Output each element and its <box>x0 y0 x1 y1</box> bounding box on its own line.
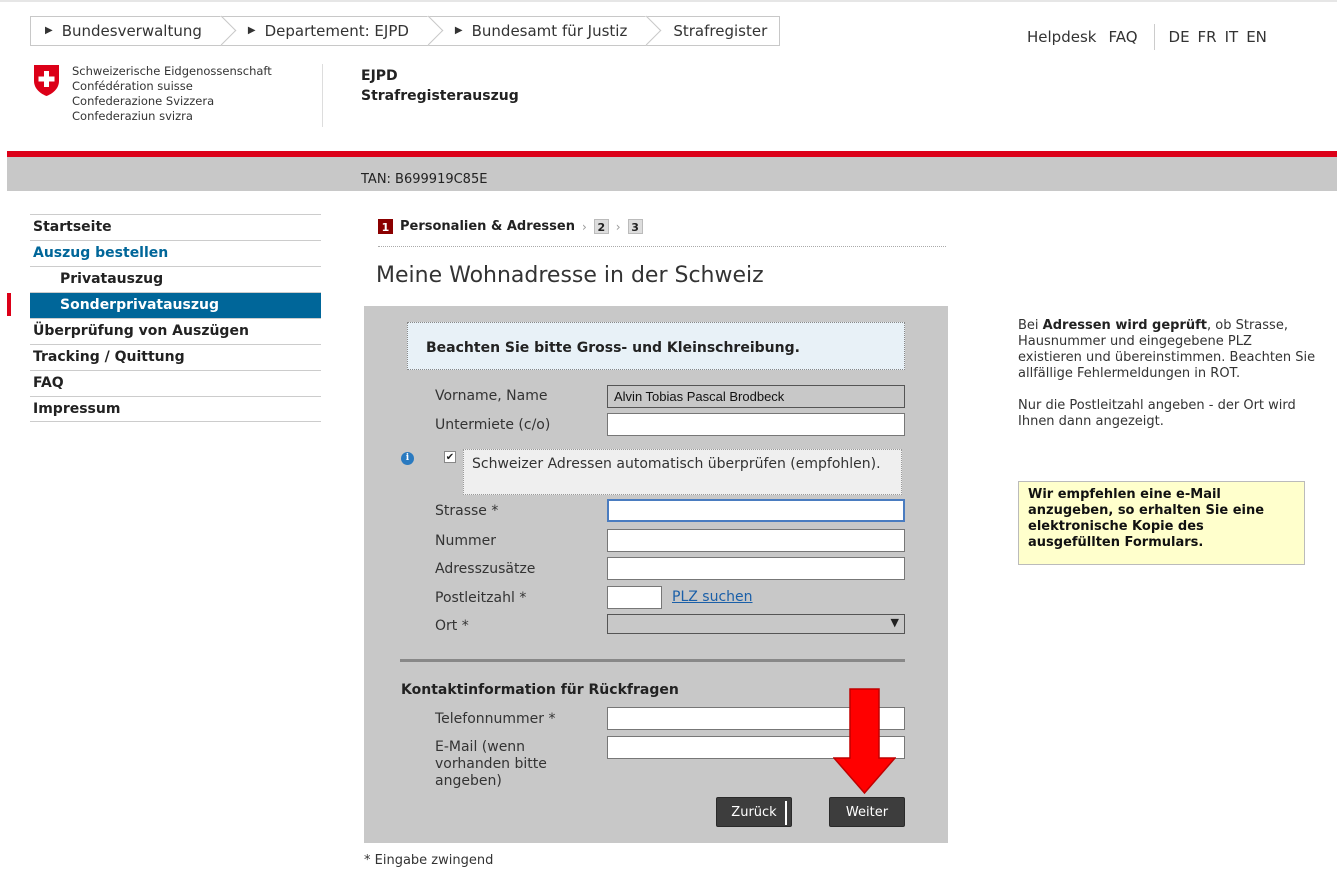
swiss-confederation-logo[interactable]: Schweizerische Eidgenossenschaft Confédé… <box>33 64 272 124</box>
auto-check-checkbox[interactable]: ✔ <box>444 451 456 463</box>
name-label: Vorname, Name <box>435 388 548 404</box>
helpdesk-link[interactable]: Helpdesk <box>1027 28 1096 46</box>
step-indicator: 1 Personalien & Adressen › 2 › 3 <box>378 219 643 234</box>
breadcrumb-departement[interactable]: ▶ Departement: EJPD <box>224 17 431 45</box>
caret-right-icon: ▶ <box>454 25 463 36</box>
back-button[interactable]: Zurück <box>716 797 792 827</box>
sidebar-item-sonderprivatauszug[interactable]: Sonderprivatauszug <box>30 292 321 318</box>
steps-divider <box>378 246 946 247</box>
lang-fr[interactable]: FR <box>1198 28 1217 46</box>
breadcrumb-bundesverwaltung[interactable]: ▶ Bundesverwaltung <box>31 17 224 45</box>
untermiete-field[interactable] <box>607 413 905 436</box>
ort-select[interactable]: ▼ <box>607 614 905 634</box>
next-button[interactable]: Weiter <box>829 797 905 827</box>
red-down-arrow-icon <box>833 688 896 794</box>
case-notice: Beachten Sie bitte Gross- und Kleinschre… <box>407 322 905 370</box>
adresszusaetze-label: Adresszusätze <box>435 561 536 577</box>
step-2-badge[interactable]: 2 <box>593 219 609 234</box>
adresszusaetze-field[interactable] <box>607 557 905 580</box>
caret-right-icon: ▶ <box>45 25 53 36</box>
sidebar: Startseite Auszug bestellen Privatauszug… <box>30 214 321 422</box>
breadcrumb: ▶ Bundesverwaltung ▶ Departement: EJPD ▶ Bu… <box>30 16 781 46</box>
info-icon[interactable]: i <box>401 452 414 465</box>
nummer-field[interactable] <box>607 529 905 552</box>
help-paragraph-2: Nur die Postleitzahl angeben - der Ort w… <box>1018 398 1296 429</box>
page-title: Meine Wohnadresse in der Schweiz <box>376 263 764 288</box>
active-marker <box>7 293 11 316</box>
name-field <box>607 385 905 408</box>
department-title: EJPD Strafregisterauszug <box>361 68 519 104</box>
chevron-down-icon: ▼ <box>890 616 899 629</box>
swiss-cross-icon <box>34 65 59 96</box>
nav-separator <box>1153 24 1155 50</box>
top-line <box>0 0 1337 2</box>
strasse-field[interactable] <box>607 499 905 522</box>
chevron-right-icon: › <box>615 219 621 234</box>
logo-separator <box>322 64 323 127</box>
plz-field[interactable] <box>607 586 662 609</box>
tan-label: TAN: B699919C85E <box>361 172 488 187</box>
step-1-badge: 1 <box>378 219 393 234</box>
lang-it[interactable]: IT <box>1225 28 1239 46</box>
top-nav: Helpdesk FAQ DE FR IT EN <box>1027 24 1275 50</box>
sidebar-item-auszug-bestellen[interactable]: Auszug bestellen <box>30 240 321 266</box>
section-divider <box>400 659 905 662</box>
strasse-label: Strasse * <box>435 503 499 519</box>
step-1-label: Personalien & Adressen <box>400 219 575 234</box>
help-text: Bei Adressen wird geprüft, ob Strasse, H… <box>1018 318 1318 430</box>
sidebar-item-ueberpruefung[interactable]: Überprüfung von Auszügen <box>30 318 321 344</box>
lang-de[interactable]: DE <box>1169 28 1190 46</box>
untermiete-label: Untermiete (c/o) <box>435 417 551 433</box>
sidebar-item-impressum[interactable]: Impressum <box>30 396 321 422</box>
sidebar-item-faq[interactable]: FAQ <box>30 370 321 396</box>
grey-header-bar <box>7 157 1337 191</box>
lang-en[interactable]: EN <box>1246 28 1267 46</box>
help-paragraph-1: Bei Adressen wird geprüft, ob Strasse, H… <box>1018 318 1316 381</box>
sidebar-item-tracking[interactable]: Tracking / Quittung <box>30 344 321 370</box>
breadcrumb-strafregister[interactable]: Strafregister <box>649 17 779 45</box>
nummer-label: Nummer <box>435 533 496 549</box>
chevron-right-icon: › <box>581 219 587 234</box>
caret-right-icon: ▶ <box>247 25 256 36</box>
faq-link[interactable]: FAQ <box>1108 28 1137 46</box>
contact-section-title: Kontaktinformation für Rückfragen <box>401 682 679 698</box>
email-label: E-Mail (wenn vorhanden bitte angeben) <box>435 739 547 789</box>
sidebar-item-startseite[interactable]: Startseite <box>30 214 321 240</box>
breadcrumb-bundesamt[interactable]: ▶ Bundesamt für Justiz <box>431 17 649 45</box>
logo-text: Schweizerische Eidgenossenschaft Confédé… <box>72 64 272 123</box>
email-recommendation: Wir empfehlen eine e-Mail anzugeben, so … <box>1018 481 1305 565</box>
sidebar-item-privatauszug[interactable]: Privatauszug <box>30 266 321 292</box>
required-note: * Eingabe zwingend <box>364 853 494 868</box>
auto-check-label: Schweizer Adressen automatisch überprüfe… <box>463 449 902 495</box>
ort-label: Ort * <box>435 618 469 634</box>
plz-search-link[interactable]: PLZ suchen <box>672 589 753 605</box>
telefon-label: Telefonnummer * <box>435 711 556 727</box>
step-3-badge[interactable]: 3 <box>627 219 643 234</box>
plz-label: Postleitzahl * <box>435 590 527 606</box>
